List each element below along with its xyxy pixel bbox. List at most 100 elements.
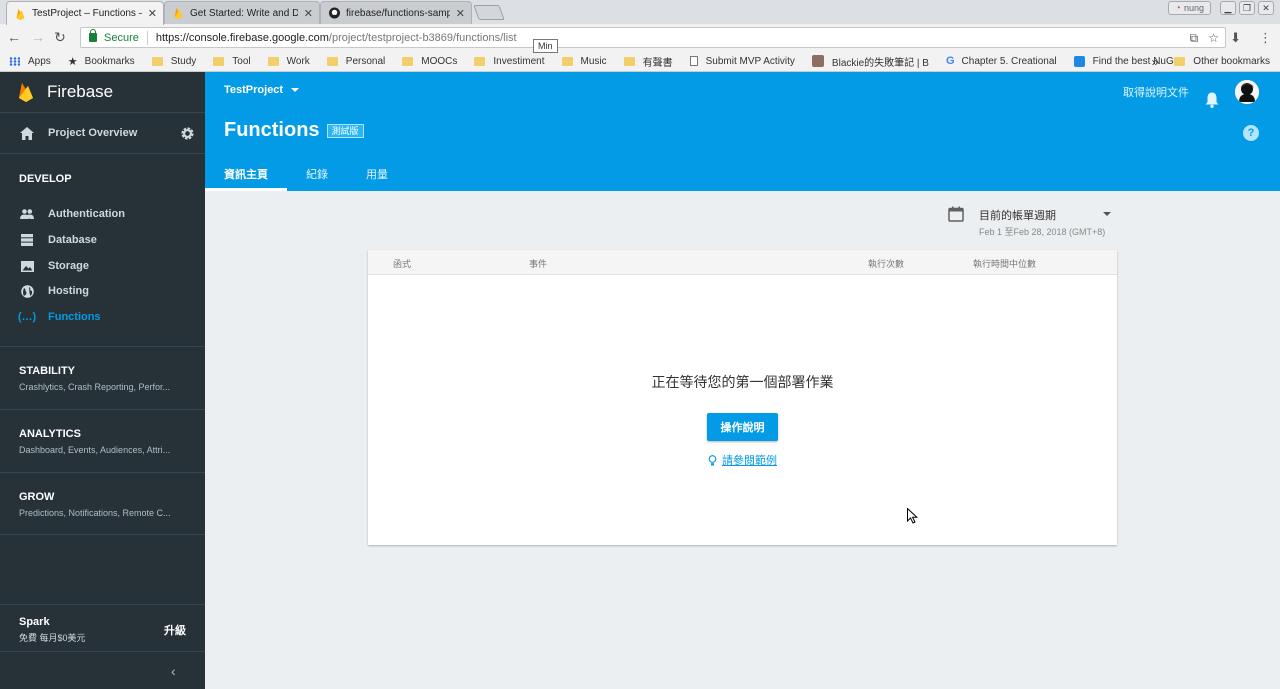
bookmark-item[interactable]: Study [151,56,196,67]
arrow-left-icon: ← [7,29,21,45]
close-icon[interactable]: ✕ [148,7,157,20]
star-icon[interactable]: ☆ [1208,31,1219,46]
plan-panel: Spark 免費 每月$0美元 升級 [0,604,205,652]
page-header: TestProject Functions 測試版 取得說明文件 ? 資訊主頁 … [205,72,1280,191]
sidebar-item-label: Hosting [48,285,89,297]
google-icon: G [945,55,955,67]
maximize-button[interactable]: ❐ [1239,1,1255,15]
close-icon[interactable]: ✕ [304,7,313,20]
gear-icon[interactable] [180,126,195,141]
sidebar-group-analytics[interactable]: ANALYTICS Dashboard, Events, Audiences, … [0,409,205,472]
translate-icon[interactable]: ⧉ [1190,31,1199,46]
sidebar-item-database[interactable]: Database [0,228,205,252]
bookmark-item[interactable]: Work [267,56,310,67]
folder-icon [326,56,338,66]
bookmark-item[interactable]: G Chapter 5. Creational [946,55,1057,67]
bookmark-item[interactable]: Apps [9,56,51,67]
sidebar-item-label: Authentication [48,208,125,220]
bookmark-label: Bookmarks [84,55,135,67]
new-tab-button[interactable] [473,5,505,20]
lock-icon [89,29,97,42]
tab-dashboard[interactable]: 資訊主頁 [205,160,287,191]
bookmark-item[interactable]: MOOCs [402,56,457,67]
download-icon[interactable]: ⬇ [1230,30,1241,46]
bookmark-item[interactable]: Submit MVP Activity [689,55,795,67]
avatar[interactable] [1235,80,1259,104]
profile-badge[interactable]: ◔ nung [1167,1,1211,15]
upgrade-button[interactable]: 升級 [164,622,186,638]
bookmark-item[interactable]: 有聲書 [623,54,673,69]
url-host: https://console.firebase.google.com [155,31,329,44]
project-selector[interactable]: TestProject [224,84,300,96]
close-icon[interactable]: ✕ [456,7,465,20]
tab-usage[interactable]: 用量 [347,160,407,191]
star-icon: ★ [67,55,78,68]
user-icon: ◔ [1174,2,1181,14]
window-close-button[interactable]: ✕ [1258,1,1274,15]
column-median-time: 執行時間中位數 [973,259,1037,269]
bookmark-label: MOOCs [421,55,458,67]
samples-link[interactable]: 請參閱範例 [368,452,1117,468]
browser-tab-get-started[interactable]: Get Started: Write and D ✕ [164,1,320,24]
folder-icon [1174,57,1186,66]
project-overview[interactable]: Project Overview [0,112,205,154]
sidebar-item-label: Storage [48,260,89,272]
menu-icon[interactable]: ⋮ [1259,30,1272,46]
bookmark-item[interactable]: Tool [213,56,251,67]
sidebar-item-functions[interactable]: (…) Functions [0,305,205,329]
tooltip: Min [533,39,558,53]
bookmark-item[interactable]: Blackie的失敗筆記 | B [811,54,929,69]
github-icon [329,7,340,19]
folder-icon [561,56,573,66]
bookmark-item[interactable]: Investiment [474,55,545,67]
browser-toolbar: ← → ↻ Secure https://console.firebase.go… [0,24,1280,51]
browser-tab-title: TestProject – Functions – [32,8,142,19]
browser-tab-github[interactable]: firebase/functions-sampl ✕ [320,1,472,24]
sidebar-item-hosting[interactable]: Hosting [0,279,205,303]
browser-tab-title: firebase/functions-sampl [346,7,450,19]
section-develop: DEVELOP [19,173,72,185]
bell-icon[interactable] [1205,92,1219,108]
forward-button[interactable]: → [30,29,46,45]
sidebar-item-storage[interactable]: Storage [0,254,205,278]
minimize-button[interactable]: ▁ [1220,1,1236,15]
bookmarks-bar: Apps ★ Bookmarks Study Tool Work Personal MOOCs… [0,51,1280,72]
other-bookmarks[interactable]: Other bookmarks [1174,56,1270,67]
tab-logs[interactable]: 紀錄 [287,160,347,191]
collapse-sidebar-button[interactable]: ‹ [171,663,176,679]
folder-icon [623,56,635,66]
group-title: ANALYTICS [19,428,81,440]
sidebar-group-grow[interactable]: GROW Predictions, Notifications, Remote … [0,472,205,535]
back-button[interactable]: ← [6,29,22,45]
folder-icon [151,56,163,66]
chevron-down-icon [1103,212,1111,216]
sidebar-group-stability[interactable]: STABILITY Crashlytics, Crash Reporting, … [0,346,205,409]
billing-period-range: Feb 1 至Feb 28, 2018 (GMT+8) [979,227,1106,237]
billing-period-selector[interactable]: 目前的帳單週期 Feb 1 至Feb 28, 2018 (GMT+8) [948,205,1118,239]
url-text: https://console.firebase.google.com/proj… [156,32,517,44]
bookmark-label: Chapter 5. Creational [961,55,1057,67]
group-title: STABILITY [19,365,76,377]
browser-tab-title: Get Started: Write and D [190,7,298,19]
bookmark-item[interactable]: Personal [326,56,385,67]
home-icon [20,126,34,140]
address-bar[interactable]: Secure https://console.firebase.google.c… [80,27,1226,48]
bookmark-label: Investiment [493,55,545,67]
how-to-button[interactable]: 操作說明 [707,413,778,441]
firebase-logo[interactable]: Firebase [0,72,205,112]
folder-icon [213,56,225,66]
sidebar-item-authentication[interactable]: Authentication [0,202,205,226]
bookmarks-overflow-button[interactable]: » [1152,55,1159,69]
docs-link[interactable]: 取得說明文件 [1123,84,1189,100]
bookmark-item[interactable]: Music [561,56,607,67]
brand-name: Firebase [47,82,114,101]
help-icon[interactable]: ? [1243,125,1259,141]
firebase-icon [174,7,183,19]
other-bookmarks-label: Other bookmarks [1193,56,1270,67]
bookmark-label: Submit MVP Activity [705,55,795,67]
bookmark-item[interactable]: ★ Bookmarks [68,55,135,68]
image-icon [20,260,34,272]
browser-tab-functions[interactable]: TestProject – Functions – ✕ [6,1,164,25]
group-subtitle: Dashboard, Events, Audiences, Attri... [19,445,171,455]
reload-button[interactable]: ↻ [52,29,68,45]
